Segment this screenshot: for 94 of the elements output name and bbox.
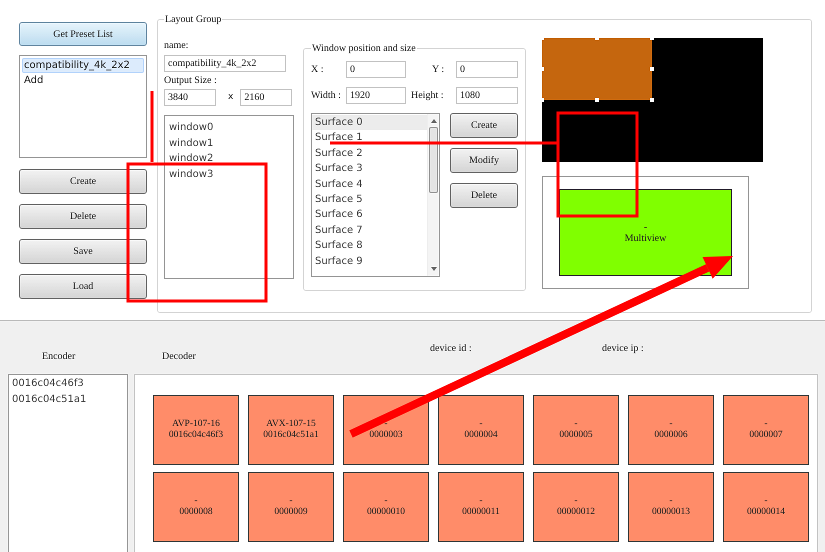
surface-list-item[interactable]: Surface 3 [312, 161, 427, 177]
decoder-id: 0000006 [654, 430, 688, 441]
y-field[interactable]: 0 [456, 61, 518, 78]
decoder-name: - [574, 419, 578, 430]
decoder-name: - [669, 419, 673, 430]
decoder-name: - [479, 496, 483, 507]
window-action-button[interactable]: Modify [450, 148, 518, 173]
preset-action-button[interactable]: Create [19, 169, 147, 194]
decoder-id: 00000013 [652, 507, 690, 518]
encoder-heading: Encoder [42, 350, 76, 364]
field-label: Height : [411, 89, 444, 103]
field-label: Output Size : [164, 75, 218, 87]
decoder-id: 00000014 [747, 507, 785, 518]
multiview-label: Multiview [624, 232, 666, 244]
window-action-button[interactable]: Create [450, 113, 518, 138]
decoder-tile[interactable]: - 0000007 [723, 395, 809, 465]
decoder-id: 00000011 [462, 507, 500, 518]
decoder-tile[interactable]: AVX-107-15 0016c04c51a1 [248, 395, 334, 465]
encoder-list-item[interactable]: 0016c04c51a1 [12, 392, 124, 408]
surface-list-item[interactable]: Surface 6 [312, 207, 427, 223]
preset-action-button[interactable]: Delete [19, 204, 147, 229]
decoder-name: - [574, 496, 578, 507]
window-action-button[interactable]: Delete [450, 183, 518, 208]
decoder-name: - [384, 419, 388, 430]
decoder-tile[interactable]: - 0000005 [533, 395, 619, 465]
field-label: X : [311, 63, 324, 77]
decoder-name: - [289, 496, 293, 507]
scroll-up-icon[interactable] [430, 119, 436, 123]
x-field[interactable]: 0 [346, 61, 406, 78]
surface-list-item[interactable]: Surface 8 [312, 238, 427, 254]
field-label: Width : [311, 89, 342, 103]
group-title: Window position and size [311, 42, 417, 56]
decoder-heading: Decoder [162, 350, 196, 364]
decoder-tile[interactable]: - 00000012 [533, 472, 619, 542]
window-list-item[interactable]: window1 [169, 136, 289, 151]
height-field[interactable]: 1080 [456, 87, 518, 104]
decoder-id: 0000009 [274, 507, 308, 518]
decoder-id: 0016c04c51a1 [263, 430, 319, 441]
decoder-tile[interactable]: - 0000008 [153, 472, 239, 542]
decoder-id: 0000008 [179, 507, 213, 518]
get-preset-list-button[interactable]: Get Preset List [19, 22, 147, 46]
surface-list-item[interactable]: Surface 1 [312, 130, 427, 146]
decoder-name: AVX-107-15 [266, 419, 316, 430]
group-title: Layout Group [164, 13, 222, 27]
window-list-item[interactable]: window0 [169, 120, 289, 136]
decoder-tile[interactable]: - 0000004 [438, 395, 524, 465]
window-list-item[interactable]: window2 [169, 151, 289, 166]
surface-list-item[interactable]: Surface 4 [312, 176, 427, 192]
surface-list-item[interactable]: Surface 7 [312, 222, 427, 238]
preset-action-button[interactable]: Load [19, 274, 147, 299]
times-sign: x [228, 90, 234, 104]
surface-list-item[interactable]: Surface 2 [312, 146, 427, 162]
field-label: Y : [432, 63, 446, 77]
preset-list-item[interactable]: compatibility_4k_2x2 [22, 58, 144, 73]
scroll-thumb[interactable] [429, 127, 438, 193]
decoder-id: 0000004 [464, 430, 498, 441]
device-ip-label: device ip : [602, 342, 644, 356]
decoder-id: 0000007 [749, 430, 783, 441]
encoder-list-item[interactable]: 0016c04c46f3 [12, 376, 124, 392]
decoder-id: 00000012 [557, 507, 595, 518]
connector-line [150, 91, 154, 162]
multiview-dash: - [644, 222, 648, 232]
decoder-name: - [479, 419, 483, 430]
window-list-item[interactable]: window3 [169, 166, 289, 182]
scrollbar[interactable] [427, 114, 439, 276]
output-height-field[interactable]: 2160 [240, 89, 292, 106]
decoder-name: - [384, 496, 388, 507]
decoder-name: - [194, 496, 198, 507]
decoder-tile[interactable]: - 00000014 [723, 472, 809, 542]
surface-list-item[interactable]: Surface 9 [312, 254, 427, 270]
surface-list-item[interactable]: Surface 5 [312, 192, 427, 208]
decoder-name: - [764, 496, 768, 507]
output-width-field[interactable]: 3840 [164, 89, 216, 106]
width-field[interactable]: 1920 [346, 87, 406, 104]
field-label: name: [164, 40, 190, 52]
decoder-tile[interactable]: - 0000006 [628, 395, 714, 465]
decoder-tile[interactable]: - 0000009 [248, 472, 334, 542]
decoder-name: - [669, 496, 673, 507]
decoder-tile[interactable]: - 00000011 [438, 472, 524, 542]
decoder-id: 0016c04c46f3 [168, 430, 224, 441]
scroll-down-icon[interactable] [430, 267, 436, 271]
device-id-label: device id : [430, 342, 472, 356]
decoder-tile[interactable]: - 00000013 [628, 472, 714, 542]
preset-list-item[interactable]: Add [22, 73, 144, 88]
decoder-tile[interactable]: - 00000010 [343, 472, 429, 542]
surface-list-item[interactable]: Surface 0 [312, 115, 427, 130]
decoder-id: 00000010 [367, 507, 405, 518]
decoder-id: 0000003 [369, 430, 403, 441]
decoder-tile[interactable]: AVP-107-16 0016c04c46f3 [153, 395, 239, 465]
preset-action-button[interactable]: Save [19, 239, 147, 264]
decoder-name: - [764, 419, 768, 430]
decoder-id: 0000005 [559, 430, 593, 441]
name-field[interactable]: compatibility_4k_2x2 [164, 55, 286, 72]
decoder-name: AVP-107-16 [172, 419, 220, 430]
